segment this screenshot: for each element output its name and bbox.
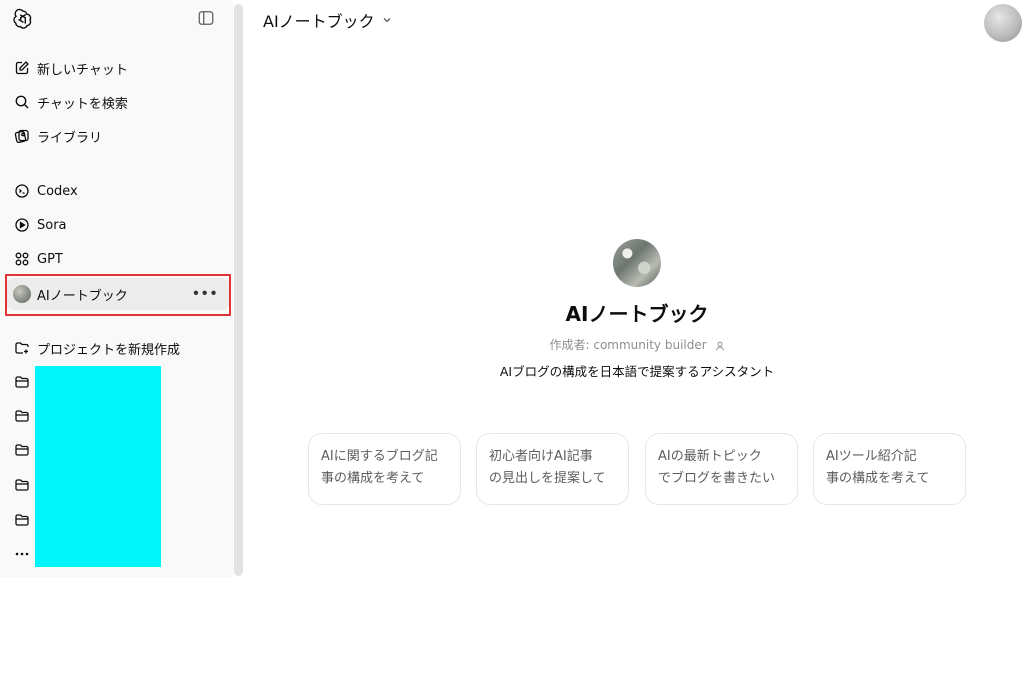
sidebar-item-search-chats[interactable]: チャットを検索 bbox=[6, 86, 230, 118]
sidebar-item-codex[interactable]: Codex bbox=[6, 175, 230, 207]
sidebar-item-label: GPT bbox=[37, 251, 63, 267]
library-icon bbox=[13, 127, 31, 145]
sidebar-item-label: Codex bbox=[37, 183, 78, 199]
codex-icon bbox=[13, 182, 31, 200]
chevron-down-icon bbox=[383, 18, 391, 23]
openai-logo-icon[interactable] bbox=[12, 8, 34, 30]
sidebar-item-new-chat[interactable]: 新しいチャット bbox=[6, 52, 230, 84]
folder-icon bbox=[13, 476, 31, 494]
creator-text: 作成者: community builder bbox=[549, 338, 707, 352]
model-selector[interactable]: AIノートブック bbox=[263, 8, 393, 32]
grid-icon bbox=[13, 250, 31, 268]
starter-line: の見出しを提案して bbox=[489, 471, 606, 486]
sidebar-item-library[interactable]: ライブラリ bbox=[6, 120, 230, 152]
more-horizontal-icon bbox=[13, 545, 31, 563]
person-icon bbox=[715, 341, 724, 350]
gpt-creator: 作成者: community builder bbox=[0, 336, 1024, 353]
header-title: AIノートブック bbox=[263, 12, 375, 31]
sidebar: 新しいチャット チャットを検索 ライブラリ Codex Sora GPT AIノ… bbox=[0, 0, 233, 577]
conversation-starter[interactable]: AIツール紹介記 事の構成を考えて bbox=[813, 433, 966, 505]
starter-line: AIツール紹介記 bbox=[826, 449, 917, 464]
sidebar-toggle-icon[interactable] bbox=[197, 9, 215, 27]
play-icon bbox=[13, 216, 31, 234]
sidebar-item-gpt[interactable]: GPT bbox=[6, 243, 230, 275]
conversation-starter[interactable]: AIに関するブログ記 事の構成を考えて bbox=[308, 433, 461, 505]
sidebar-scrollbar[interactable] bbox=[234, 4, 243, 576]
starter-line: AIに関するブログ記 bbox=[321, 449, 438, 464]
starter-line: 初心者向けAI記事 bbox=[489, 449, 593, 464]
sidebar-item-label: Sora bbox=[37, 217, 67, 233]
sidebar-item-label: ライブラリ bbox=[37, 130, 103, 146]
starter-line: AIの最新トピック bbox=[658, 449, 762, 464]
sidebar-item-label: 新しいチャット bbox=[37, 62, 128, 78]
conversation-starter[interactable]: 初心者向けAI記事 の見出しを提案して bbox=[476, 433, 629, 505]
edit-icon bbox=[13, 59, 31, 77]
conversation-starter[interactable]: AIの最新トピック でブログを書きたい bbox=[645, 433, 798, 505]
folder-icon bbox=[13, 441, 31, 459]
sidebar-item-label: チャットを検索 bbox=[37, 96, 128, 112]
sidebar-item-sora[interactable]: Sora bbox=[6, 209, 230, 241]
user-avatar[interactable] bbox=[984, 4, 1022, 42]
starter-line: 事の構成を考えて bbox=[321, 471, 425, 486]
folder-icon bbox=[13, 407, 31, 425]
starter-line: でブログを書きたい bbox=[658, 471, 776, 486]
gpt-name: AIノートブック bbox=[565, 302, 709, 326]
starter-line: 事の構成を考えて bbox=[826, 471, 930, 486]
folder-icon bbox=[13, 511, 31, 529]
gpt-profile-image bbox=[613, 239, 661, 287]
search-icon bbox=[13, 93, 31, 111]
gpt-description: AIブログの構成を日本語で提案するアシスタント bbox=[499, 364, 775, 379]
redaction-block bbox=[35, 366, 161, 567]
